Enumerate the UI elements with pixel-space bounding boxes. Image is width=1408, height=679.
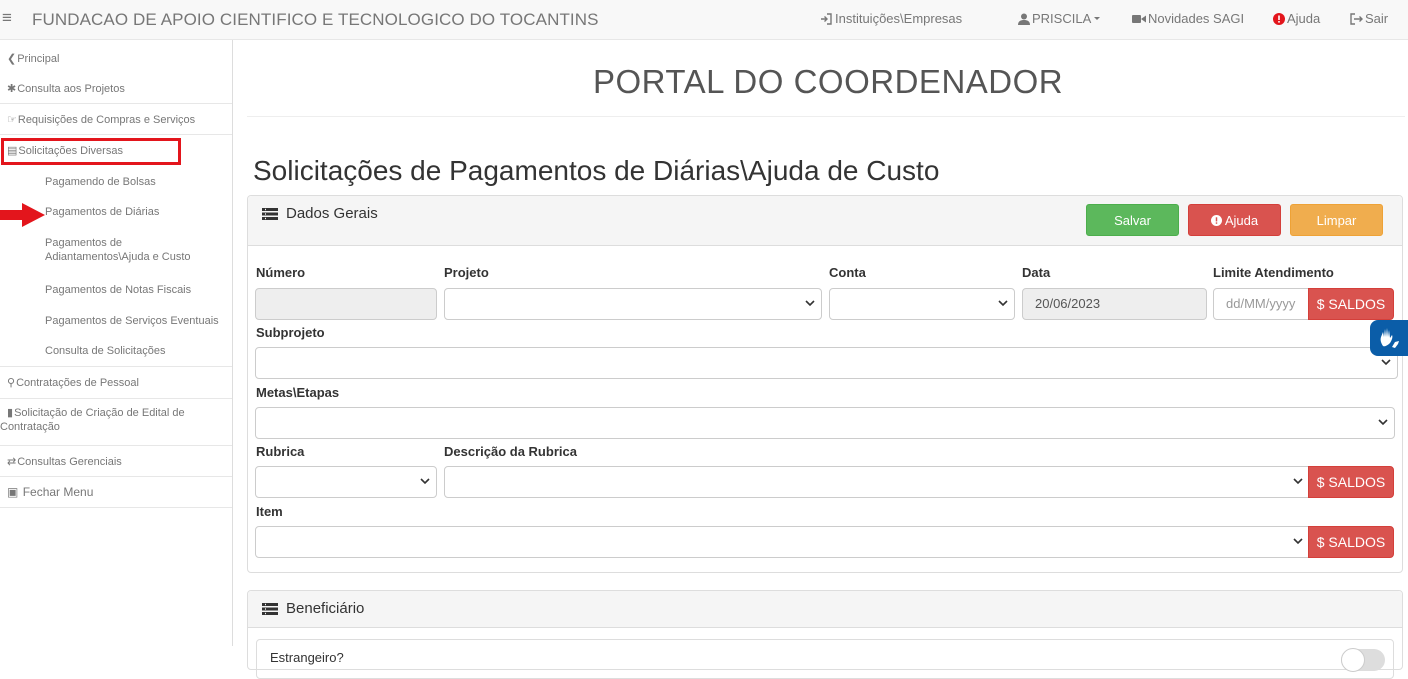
descricao-rubrica-label: Descrição da Rubrica [444, 444, 577, 459]
item-select[interactable] [255, 526, 1310, 558]
hamburger-icon[interactable]: ≡ [2, 9, 12, 26]
sidebar-item-edital[interactable]: ▮Solicitação de Criação de Edital de Con… [0, 406, 239, 433]
list-icon [262, 207, 278, 220]
sidebar: ❮Principal ✱Consulta aos Projetos ☞Requi… [0, 40, 233, 646]
logout-link[interactable]: Sair [1349, 11, 1388, 26]
caret-down-icon [1094, 16, 1101, 20]
metas-select[interactable] [255, 407, 1395, 439]
sidebar-subitem-adiantamentos[interactable]: Pagamentos de Adiantamentos\Ajuda e Cust… [45, 237, 191, 263]
panel-title: Dados Gerais [262, 205, 378, 222]
dados-gerais-panel: Dados Gerais Salvar Ajuda Limpar [247, 195, 1403, 573]
conta-select[interactable] [829, 288, 1015, 320]
sidebar-divider [0, 366, 232, 367]
panel-heading: Beneficiário [248, 591, 1402, 628]
saldos-item-button[interactable]: $ SALDOS [1308, 526, 1394, 558]
save-button[interactable]: Salvar [1086, 204, 1179, 236]
subprojeto-label: Subprojeto [256, 325, 325, 340]
sidebar-item-contratacoes[interactable]: ⚲Contratações de Pessoal [7, 376, 239, 389]
sign-out-icon [1350, 12, 1363, 25]
user-name: PRISCILA [1032, 11, 1092, 26]
news-link[interactable]: Novidades SAGI [1132, 11, 1244, 26]
data-label: Data [1022, 265, 1051, 280]
sidebar-subitem-bolsas[interactable]: Pagamendo de Bolsas [45, 176, 156, 188]
logout-label: Sair [1365, 11, 1389, 26]
chevron-down-icon [1381, 359, 1391, 366]
descricao-rubrica-select[interactable] [444, 466, 1310, 498]
list-icon [262, 602, 278, 615]
chevron-down-icon [998, 300, 1008, 307]
help-label: Ajuda [1287, 11, 1321, 26]
projeto-select[interactable] [444, 288, 822, 320]
numero-field[interactable] [255, 288, 437, 320]
institutions-link[interactable]: Instituições\Empresas [820, 11, 962, 26]
saldos-button[interactable]: $ SALDOS [1308, 288, 1394, 320]
projeto-label: Projeto [444, 265, 489, 280]
chevron-down-icon [420, 478, 430, 485]
chevron-down-icon [1378, 419, 1388, 426]
conta-label: Conta [829, 265, 866, 280]
hands-icon [1380, 328, 1399, 348]
subprojeto-select[interactable] [255, 347, 1398, 379]
sidebar-divider [0, 507, 232, 508]
chevron-down-icon [1293, 538, 1303, 545]
book-icon: ▮ [7, 407, 14, 419]
sidebar-item-consulta-projetos[interactable]: ✱Consulta aos Projetos [7, 82, 239, 95]
asterisk-icon: ✱ [7, 83, 17, 95]
clear-button[interactable]: Limpar [1290, 204, 1383, 236]
highlight-box [1, 138, 181, 165]
sidebar-subitem-diarias[interactable]: Pagamentos de Diárias [45, 206, 159, 218]
saldos-rubrica-button[interactable]: $ SALDOS [1308, 466, 1394, 498]
user-icon [1018, 13, 1030, 25]
rubrica-label: Rubrica [256, 444, 305, 459]
help-button[interactable]: Ajuda [1188, 204, 1281, 236]
rubrica-select[interactable] [255, 466, 437, 498]
page-title: Solicitações de Pagamentos de Diárias\Aj… [253, 155, 940, 186]
limite-date-input[interactable]: dd/MM/yyyy [1213, 288, 1309, 320]
exclamation-circle-icon [1210, 215, 1222, 226]
sidebar-item-principal[interactable]: ❮Principal [7, 52, 239, 65]
portal-title: PORTAL DO COORDENADOR [593, 63, 1064, 100]
chevron-down-icon [805, 300, 815, 307]
panel-title: Beneficiário [262, 600, 364, 617]
sidebar-divider [0, 476, 232, 477]
sidebar-divider [0, 445, 232, 446]
data-field[interactable]: 20/06/2023 [1022, 288, 1207, 320]
item-label: Item [256, 504, 283, 519]
divider [247, 116, 1405, 117]
sidebar-divider [0, 103, 232, 104]
home-icon: ❮ [7, 53, 17, 65]
toggle-knob [1341, 648, 1365, 672]
random-icon: ⇄ [7, 456, 17, 468]
brand-title[interactable]: FUNDACAO DE APOIO CIENTIFICO E TECNOLOGI… [32, 10, 599, 30]
institutions-label: Instituições\Empresas [835, 11, 963, 26]
search-icon: ⚲ [7, 377, 16, 389]
red-arrow-icon [0, 203, 45, 227]
video-camera-icon [1132, 14, 1146, 23]
numero-label: Número [256, 265, 306, 280]
sign-in-icon [821, 12, 832, 25]
hand-point-icon: ☞ [7, 114, 17, 126]
sidebar-divider [0, 398, 232, 399]
sidebar-item-requisicoes[interactable]: ☞Requisições de Compras e Serviços [7, 113, 239, 126]
help-link[interactable]: Ajuda [1273, 11, 1320, 26]
estrangeiro-label: Estrangeiro? [270, 650, 344, 665]
user-menu[interactable]: PRISCILA [1018, 11, 1101, 26]
metas-label: Metas\Etapas [256, 385, 340, 400]
accessibility-hands-button[interactable] [1370, 320, 1408, 356]
top-navbar: ≡ FUNDACAO DE APOIO CIENTIFICO E TECNOLO… [0, 0, 1408, 40]
news-label: Novidades SAGI [1148, 11, 1245, 26]
sidebar-item-gerenciais[interactable]: ⇄Consultas Gerenciais [7, 455, 239, 468]
sidebar-divider [0, 134, 232, 135]
sidebar-item-fechar-menu[interactable]: ▣ Fechar Menu [7, 485, 239, 499]
limite-label: Limite Atendimento [1213, 265, 1334, 280]
beneficiario-body [256, 639, 1394, 679]
exclamation-circle-icon [1273, 12, 1285, 25]
panel-heading: Dados Gerais Salvar Ajuda Limpar [248, 196, 1402, 246]
sidebar-subitem-servicos-eventuais[interactable]: Pagamentos de Serviços Eventuais [45, 315, 219, 327]
sidebar-subitem-notas-fiscais[interactable]: Pagamentos de Notas Fiscais [45, 284, 191, 296]
sidebar-subitem-consulta-solicitacoes[interactable]: Consulta de Solicitações [45, 345, 165, 357]
collapse-icon: ▣ [7, 485, 19, 499]
chevron-down-icon [1293, 478, 1303, 485]
beneficiario-panel: Beneficiário [247, 590, 1403, 679]
